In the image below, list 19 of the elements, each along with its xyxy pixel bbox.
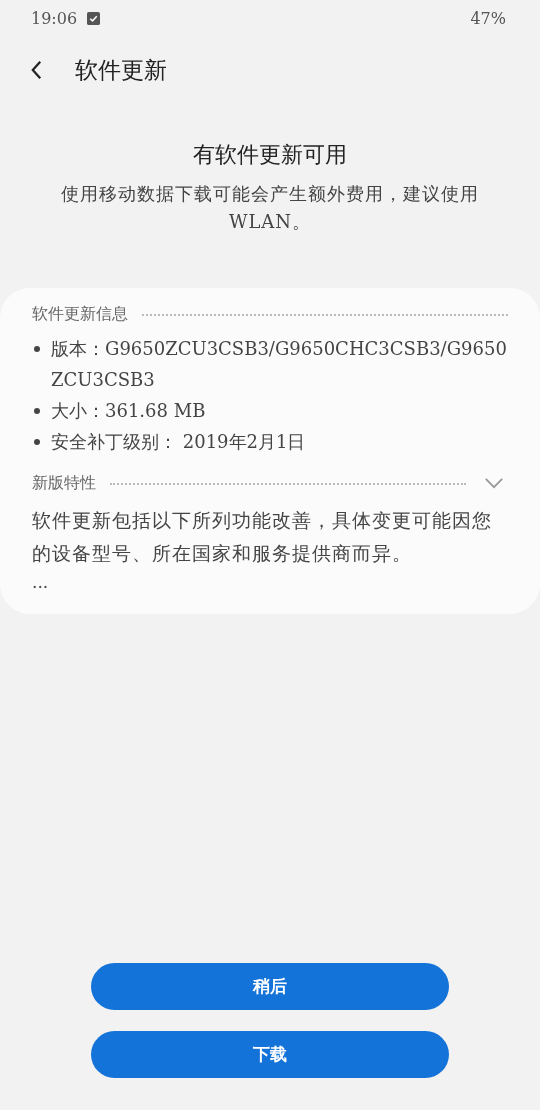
checkbox-notification-icon xyxy=(87,11,101,25)
action-button[interactable]: 稍后 xyxy=(91,963,449,1010)
bullet-icon xyxy=(34,346,40,352)
info-item: 版本：G9650ZCU3CSB3/G9650CHC3CSB3/G9650ZCU3CSB3 xyxy=(51,337,508,392)
info-item: 大小：361.68 MB xyxy=(51,399,206,423)
bullet-icon xyxy=(34,439,40,445)
page-title: 软件更新 xyxy=(75,55,167,85)
more-text: ... xyxy=(32,572,50,592)
battery-level: 47% xyxy=(470,8,506,28)
status-time: 19:06 xyxy=(31,8,78,28)
section-title: 软件更新信息 xyxy=(32,304,128,325)
notice-title: 有软件更新可用 xyxy=(192,141,348,169)
features-text: 软件更新包括以下所列功能改善，具体变更可能因您的设备型号、所在国家和服务提供商而异。 xyxy=(32,508,493,566)
action-button[interactable]: 下载 xyxy=(91,1031,449,1078)
info-item: 安全补丁级别： 2019年2月1日 xyxy=(51,430,306,454)
notice-message: 使用移动数据下载可能会产生额外费用，建议使用 WLAN。 xyxy=(60,182,480,234)
section-title: 新版特性 xyxy=(32,473,96,494)
bullet-icon xyxy=(34,408,40,414)
back-icon xyxy=(30,59,43,81)
